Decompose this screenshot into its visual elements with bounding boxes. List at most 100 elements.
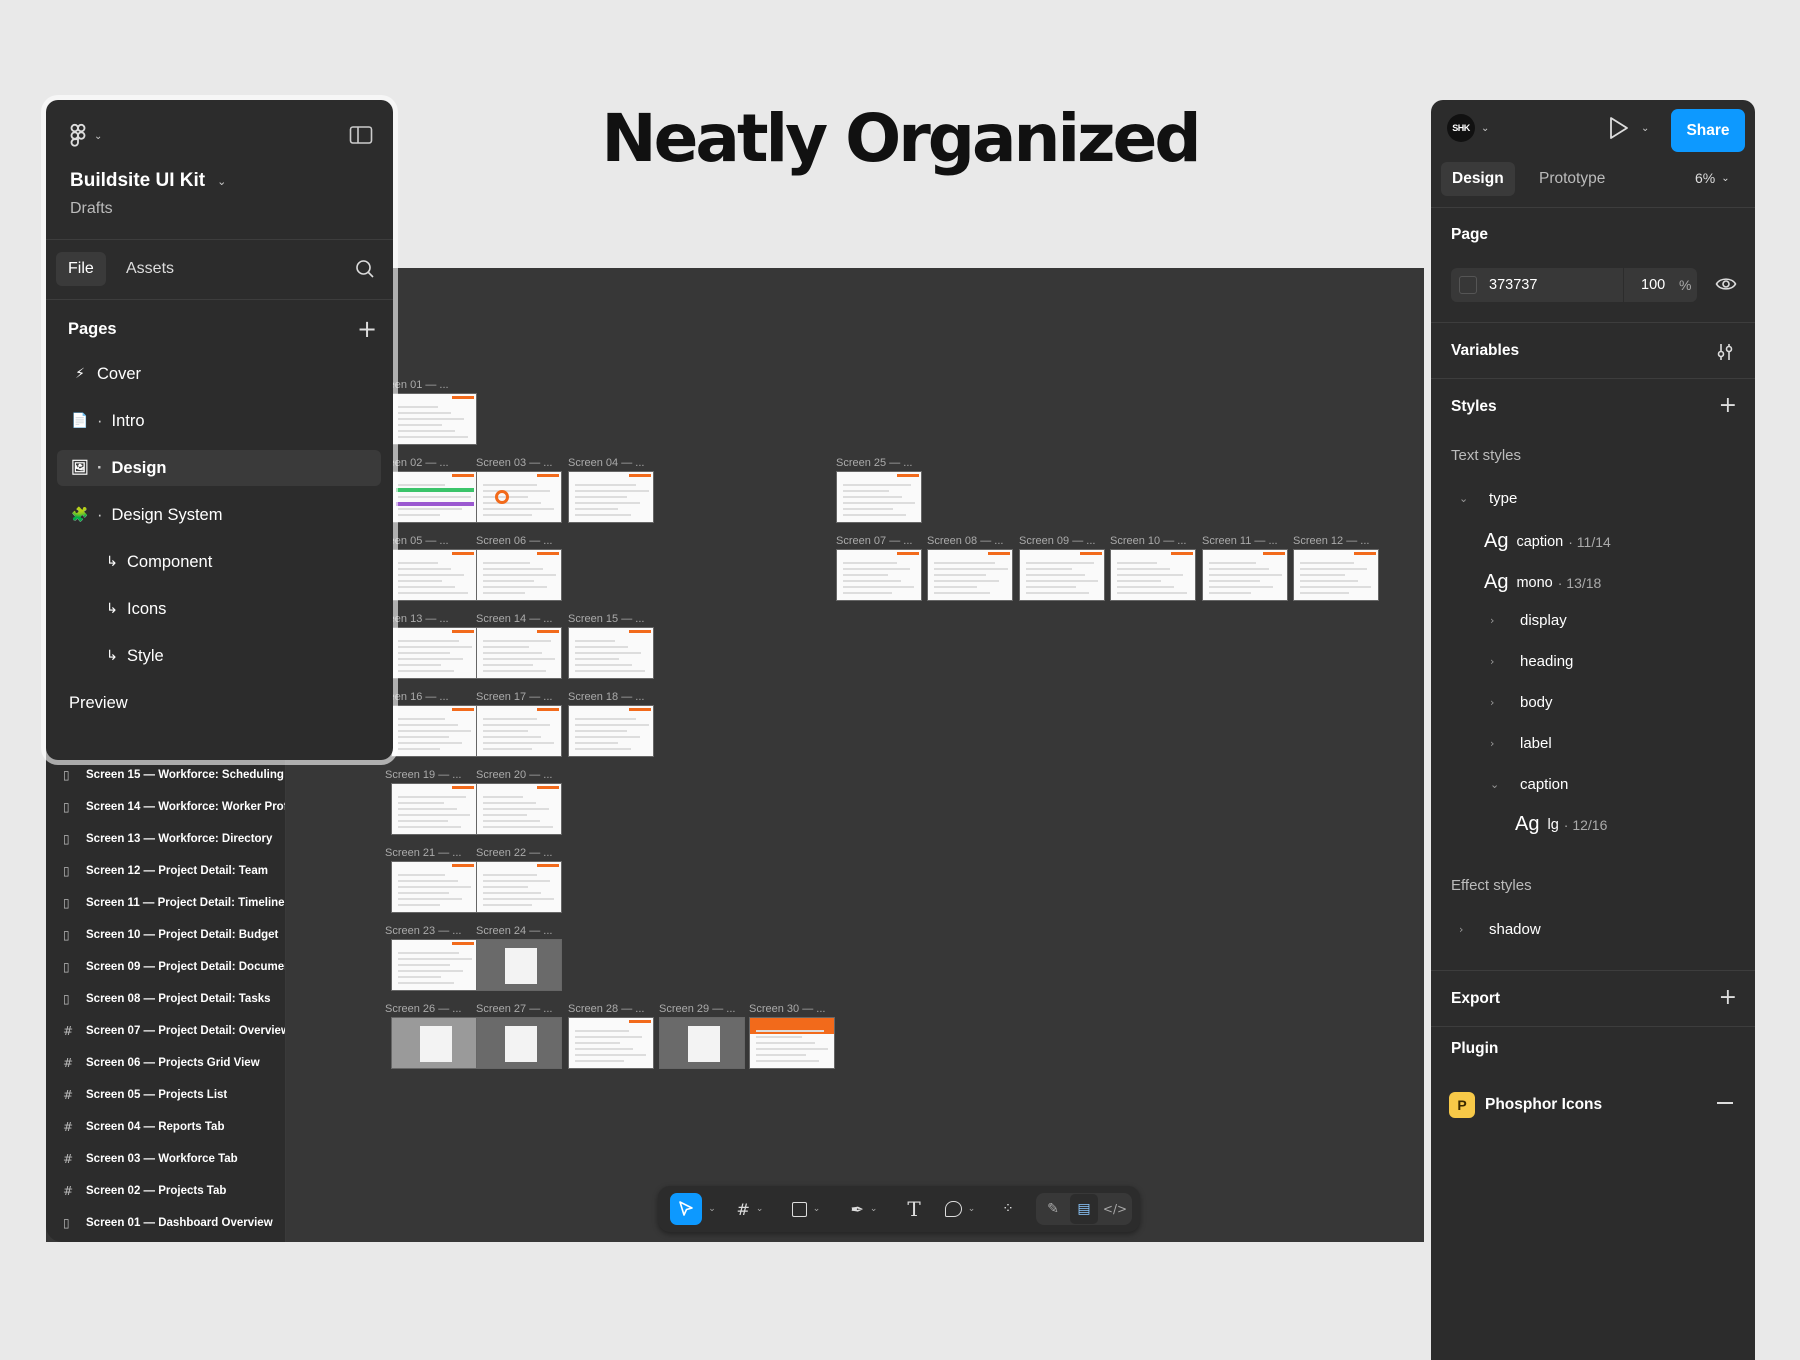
page-color-field[interactable]: 373737 100 %: [1451, 268, 1697, 302]
style-group-heading[interactable]: › heading: [1490, 653, 1573, 670]
frame-thumbnail[interactable]: [391, 783, 477, 835]
present-button[interactable]: ⌄: [1607, 116, 1649, 140]
add-style-button[interactable]: +: [1719, 395, 1737, 417]
frame-label[interactable]: Screen 29 — ...: [659, 1003, 735, 1015]
style-group-label[interactable]: › label: [1490, 735, 1552, 752]
layer-row[interactable]: ▯ Screen 01 — Dashboard Overview: [46, 1207, 273, 1239]
actions-tool[interactable]: ⁘: [994, 1194, 1022, 1224]
layer-row[interactable]: ▯ Screen 12 — Project Detail: Team: [46, 855, 268, 887]
frame-thumbnail[interactable]: [1019, 549, 1105, 601]
page-color-hex[interactable]: 373737: [1489, 277, 1537, 293]
frame-label[interactable]: Screen 03 — ...: [476, 457, 552, 469]
effect-style-shadow[interactable]: › shadow: [1459, 921, 1541, 938]
frame-label[interactable]: Screen 23 — ...: [385, 925, 461, 937]
page-item-design-system[interactable]: 🧩 · Design System: [57, 497, 381, 533]
frame-label[interactable]: Screen 07 — ...: [836, 535, 912, 547]
frame-label[interactable]: Screen 09 — ...: [1019, 535, 1095, 547]
layer-row[interactable]: # Screen 02 — Projects Tab: [46, 1175, 226, 1207]
comment-tool[interactable]: ⌄: [938, 1194, 982, 1224]
page-item-component[interactable]: ↳ Component: [57, 544, 381, 580]
frame-thumbnail[interactable]: [1293, 549, 1379, 601]
frame-thumbnail[interactable]: [659, 1017, 745, 1069]
file-name-dropdown[interactable]: Buildsite UI Kit ⌄: [70, 170, 226, 192]
frame-label[interactable]: Screen 21 — ...: [385, 847, 461, 859]
share-button[interactable]: Share: [1671, 109, 1745, 152]
frame-thumbnail[interactable]: [476, 627, 562, 679]
dev-mode[interactable]: </>: [1102, 1194, 1128, 1224]
visibility-toggle[interactable]: [1715, 275, 1737, 298]
design-mode[interactable]: ▤: [1070, 1194, 1098, 1224]
tab-prototype[interactable]: Prototype: [1529, 162, 1615, 196]
layer-row[interactable]: ▯ Screen 08 — Project Detail: Tasks: [46, 983, 271, 1015]
frame-thumbnail[interactable]: [1110, 549, 1196, 601]
add-export-button[interactable]: +: [1719, 987, 1737, 1009]
avatar[interactable]: SHK ⌄: [1447, 114, 1489, 142]
pen-tool[interactable]: ✒ ⌄: [842, 1194, 886, 1224]
frame-thumbnail[interactable]: [391, 861, 477, 913]
frame-label[interactable]: reen 13 — ...: [385, 613, 449, 625]
page-item-icons[interactable]: ↳ Icons: [57, 591, 381, 627]
frame-label[interactable]: Screen 22 — ...: [476, 847, 552, 859]
text-style-mono[interactable]: Ag mono · 13/18: [1484, 571, 1601, 594]
frame-thumbnail[interactable]: [391, 705, 477, 757]
frame-label[interactable]: Screen 24 — ...: [476, 925, 552, 937]
frame-thumbnail[interactable]: [568, 1017, 654, 1069]
frame-thumbnail[interactable]: [476, 783, 562, 835]
frame-thumbnail[interactable]: [568, 471, 654, 523]
frame-label[interactable]: Screen 30 — ...: [749, 1003, 825, 1015]
layer-row[interactable]: ▯ Screen 15 — Workforce: Scheduling: [46, 759, 284, 791]
frame-thumbnail[interactable]: [476, 861, 562, 913]
layer-row[interactable]: # Screen 03 — Workforce Tab: [46, 1143, 238, 1175]
style-group-body[interactable]: › body: [1490, 694, 1553, 711]
page-item-intro[interactable]: 📄 · Intro: [57, 403, 381, 439]
plugin-phosphor-icons[interactable]: P Phosphor Icons: [1449, 1092, 1602, 1118]
layer-row[interactable]: # Screen 05 — Projects List: [46, 1079, 227, 1111]
frame-thumbnail[interactable]: [836, 471, 922, 523]
layer-row[interactable]: ▯ Screen 14 — Workforce: Worker Profil: [46, 791, 285, 823]
frame-label[interactable]: Screen 06 — ...: [476, 535, 552, 547]
frame-tool[interactable]: # ⌄: [728, 1194, 772, 1224]
frame-label[interactable]: Screen 04 — ...: [568, 457, 644, 469]
style-group-caption[interactable]: ⌄ caption: [1490, 776, 1568, 793]
frame-label[interactable]: reen 01 — ...: [385, 379, 449, 391]
page-item-cover[interactable]: ⚡ Cover: [57, 356, 381, 392]
frame-thumbnail[interactable]: [476, 705, 562, 757]
page-opacity[interactable]: 100: [1641, 277, 1665, 293]
frame-thumbnail[interactable]: [391, 393, 477, 445]
frame-label[interactable]: reen 16 — ...: [385, 691, 449, 703]
frame-label[interactable]: Screen 18 — ...: [568, 691, 644, 703]
search-button[interactable]: [354, 258, 376, 280]
layer-row[interactable]: # Screen 07 — Project Detail: Overview: [46, 1015, 285, 1047]
text-style-caption[interactable]: Ag caption · 11/14: [1484, 530, 1611, 553]
frame-thumbnail[interactable]: [568, 627, 654, 679]
tab-file[interactable]: File: [56, 252, 106, 286]
frame-label[interactable]: Screen 08 — ...: [927, 535, 1003, 547]
tab-design[interactable]: Design: [1441, 162, 1515, 196]
layer-row[interactable]: ▯ Screen 10 — Project Detail: Budget: [46, 919, 278, 951]
variables-settings-button[interactable]: [1715, 342, 1735, 367]
layer-row[interactable]: ▯ Screen 11 — Project Detail: Timeline: [46, 887, 285, 919]
frame-label[interactable]: Screen 11 — ...: [1202, 535, 1278, 547]
page-item-style[interactable]: ↳ Style: [57, 638, 381, 674]
move-tool[interactable]: ⌄: [668, 1193, 718, 1225]
frame-label[interactable]: reen 02 — ...: [385, 457, 449, 469]
frame-thumbnail[interactable]: [391, 627, 477, 679]
frame-thumbnail[interactable]: [391, 549, 477, 601]
color-swatch[interactable]: [1459, 276, 1477, 294]
frame-thumbnail[interactable]: [749, 1017, 835, 1069]
toggle-sidebar-button[interactable]: [348, 122, 374, 148]
frame-label[interactable]: Screen 19 — ...: [385, 769, 461, 781]
shape-tool[interactable]: ⌄: [784, 1194, 828, 1224]
text-style-caption-lg[interactable]: Ag lg · 12/16: [1515, 813, 1607, 836]
style-group-display[interactable]: › display: [1490, 612, 1567, 629]
frame-thumbnail[interactable]: [927, 549, 1013, 601]
frame-thumbnail[interactable]: [476, 471, 562, 523]
frame-thumbnail[interactable]: [836, 549, 922, 601]
draw-mode[interactable]: ✎: [1040, 1194, 1066, 1224]
remove-plugin-button[interactable]: [1717, 1102, 1733, 1104]
frame-thumbnail[interactable]: [391, 471, 477, 523]
figma-menu-button[interactable]: ⌄: [68, 120, 102, 152]
frame-thumbnail[interactable]: [476, 549, 562, 601]
frame-thumbnail[interactable]: [476, 939, 562, 991]
frame-label[interactable]: Screen 26 — ...: [385, 1003, 461, 1015]
